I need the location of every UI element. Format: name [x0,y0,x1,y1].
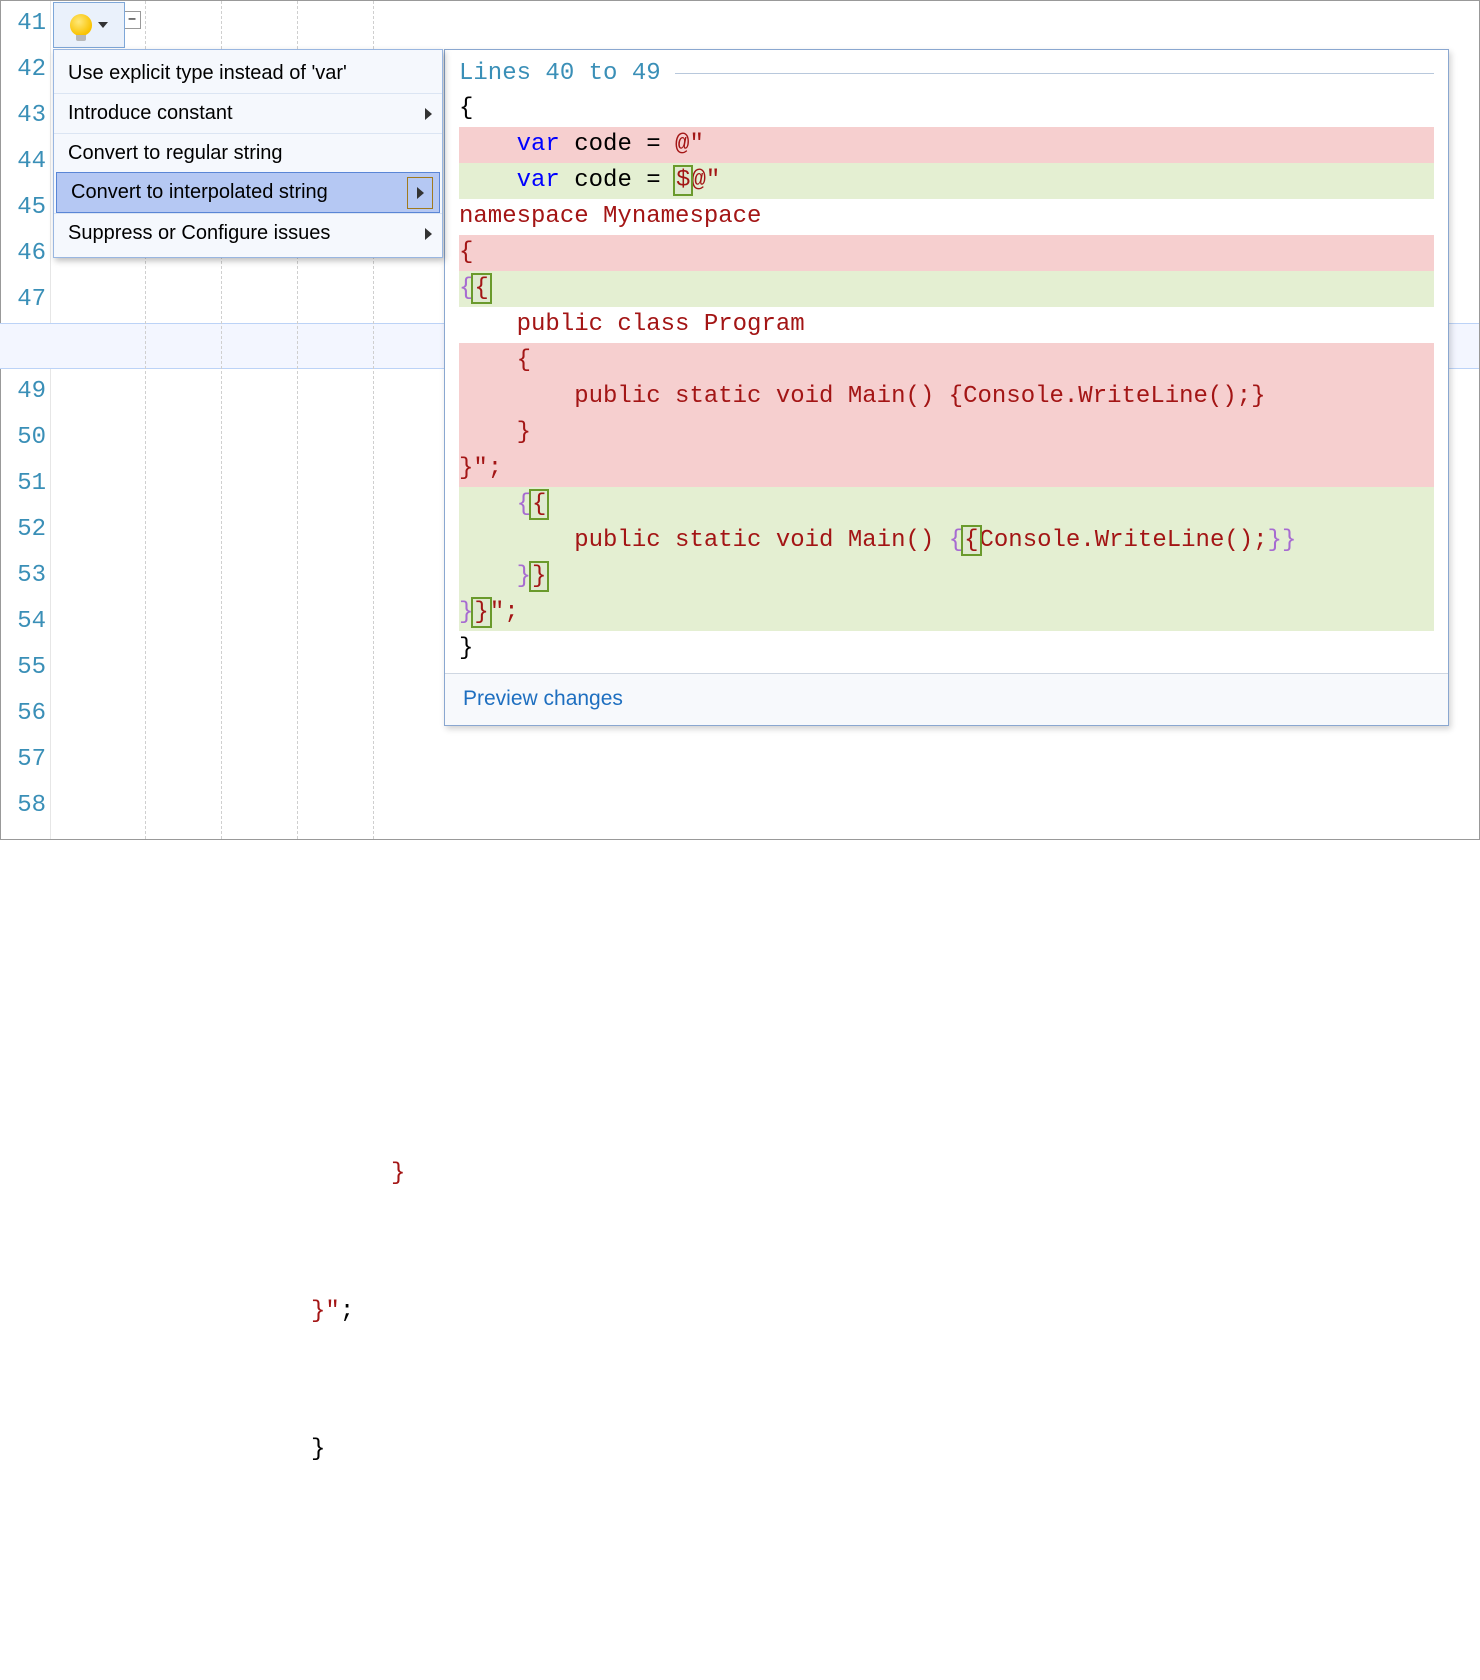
preview-line-removed: public static void Main() {Console.Write… [459,379,1434,415]
quick-actions-button[interactable] [53,2,125,48]
code-line[interactable] [51,1013,1479,1059]
preview-range-label: Lines 40 to 49 [459,60,661,87]
preview-line-removed: }"; [459,451,1434,487]
preview-line-removed: { [459,343,1434,379]
quick-actions-menu: Use explicit type instead of 'var' Introd… [53,49,443,258]
preview-line-added: }}"; [459,595,1434,631]
line-number: 43 [1,93,50,139]
preview-line: namespace Mynamespace [459,199,1434,235]
code-line-49[interactable]: } [51,1427,1479,1473]
submenu-arrow-icon [407,177,433,209]
preview-line: } [459,631,1434,667]
preview-line-added: {{ [459,271,1434,307]
menu-item[interactable]: Use explicit type instead of 'var' [54,54,442,93]
line-number: 53 [1,553,50,599]
preview-header: Lines 40 to 49 [459,60,1434,87]
preview-line: public class Program [459,307,1434,343]
line-number: 49 [1,369,50,415]
preview-footer: Preview changes [445,673,1448,725]
menu-item[interactable]: Convert to interpolated string [56,172,440,213]
line-number: 52 [1,507,50,553]
submenu-arrow-icon [425,228,432,240]
line-number-gutter: 414243444546474849505152535455565758 [1,1,51,839]
menu-item[interactable]: Introduce constant [54,93,442,133]
preview-changes-link[interactable]: Preview changes [463,687,623,710]
chevron-down-icon [98,22,108,28]
menu-item[interactable]: Convert to regular string [54,133,442,173]
line-number: 42 [1,47,50,93]
preview-line-removed: var code = @" [459,127,1434,163]
menu-item-label: Suppress or Configure issues [68,222,330,244]
line-number: 54 [1,599,50,645]
menu-item-label: Convert to regular string [68,142,283,164]
code-line[interactable] [51,875,1479,921]
preview-line-added: public static void Main() {{Console.Writ… [459,523,1434,559]
preview-line-added: }} [459,559,1434,595]
lightbulb-icon [70,14,92,36]
menu-item-label: Use explicit type instead of 'var' [68,62,347,84]
preview-line-added: {{ [459,487,1434,523]
line-number: 55 [1,645,50,691]
menu-item-label: Convert to interpolated string [71,181,328,203]
menu-item[interactable]: Suppress or Configure issues [54,213,442,253]
preview-line-added: var code = $@" [459,163,1434,199]
line-number: 41 [1,1,50,47]
preview-panel: Lines 40 to 49 { var code = @" var code … [444,49,1449,726]
line-number: 44 [1,139,50,185]
line-number: 50 [1,415,50,461]
preview-line-removed: } [459,415,1434,451]
fold-toggle-icon[interactable]: – [123,11,141,29]
submenu-arrow-icon [425,108,432,120]
line-number: 47 [1,277,50,323]
line-number: 56 [1,691,50,737]
preview-line-removed: { [459,235,1434,271]
code-line[interactable] [51,1565,1479,1611]
menu-item-label: Introduce constant [68,102,233,124]
line-number: 57 [1,737,50,783]
line-number: 58 [1,783,50,829]
line-number: 45 [1,185,50,231]
code-line-48[interactable]: }"; [51,1289,1479,1335]
preview-line: { [459,91,1434,127]
line-number: 51 [1,461,50,507]
code-line[interactable] [51,737,1479,783]
code-line-47[interactable]: } [51,1151,1479,1197]
line-number: 46 [1,231,50,277]
